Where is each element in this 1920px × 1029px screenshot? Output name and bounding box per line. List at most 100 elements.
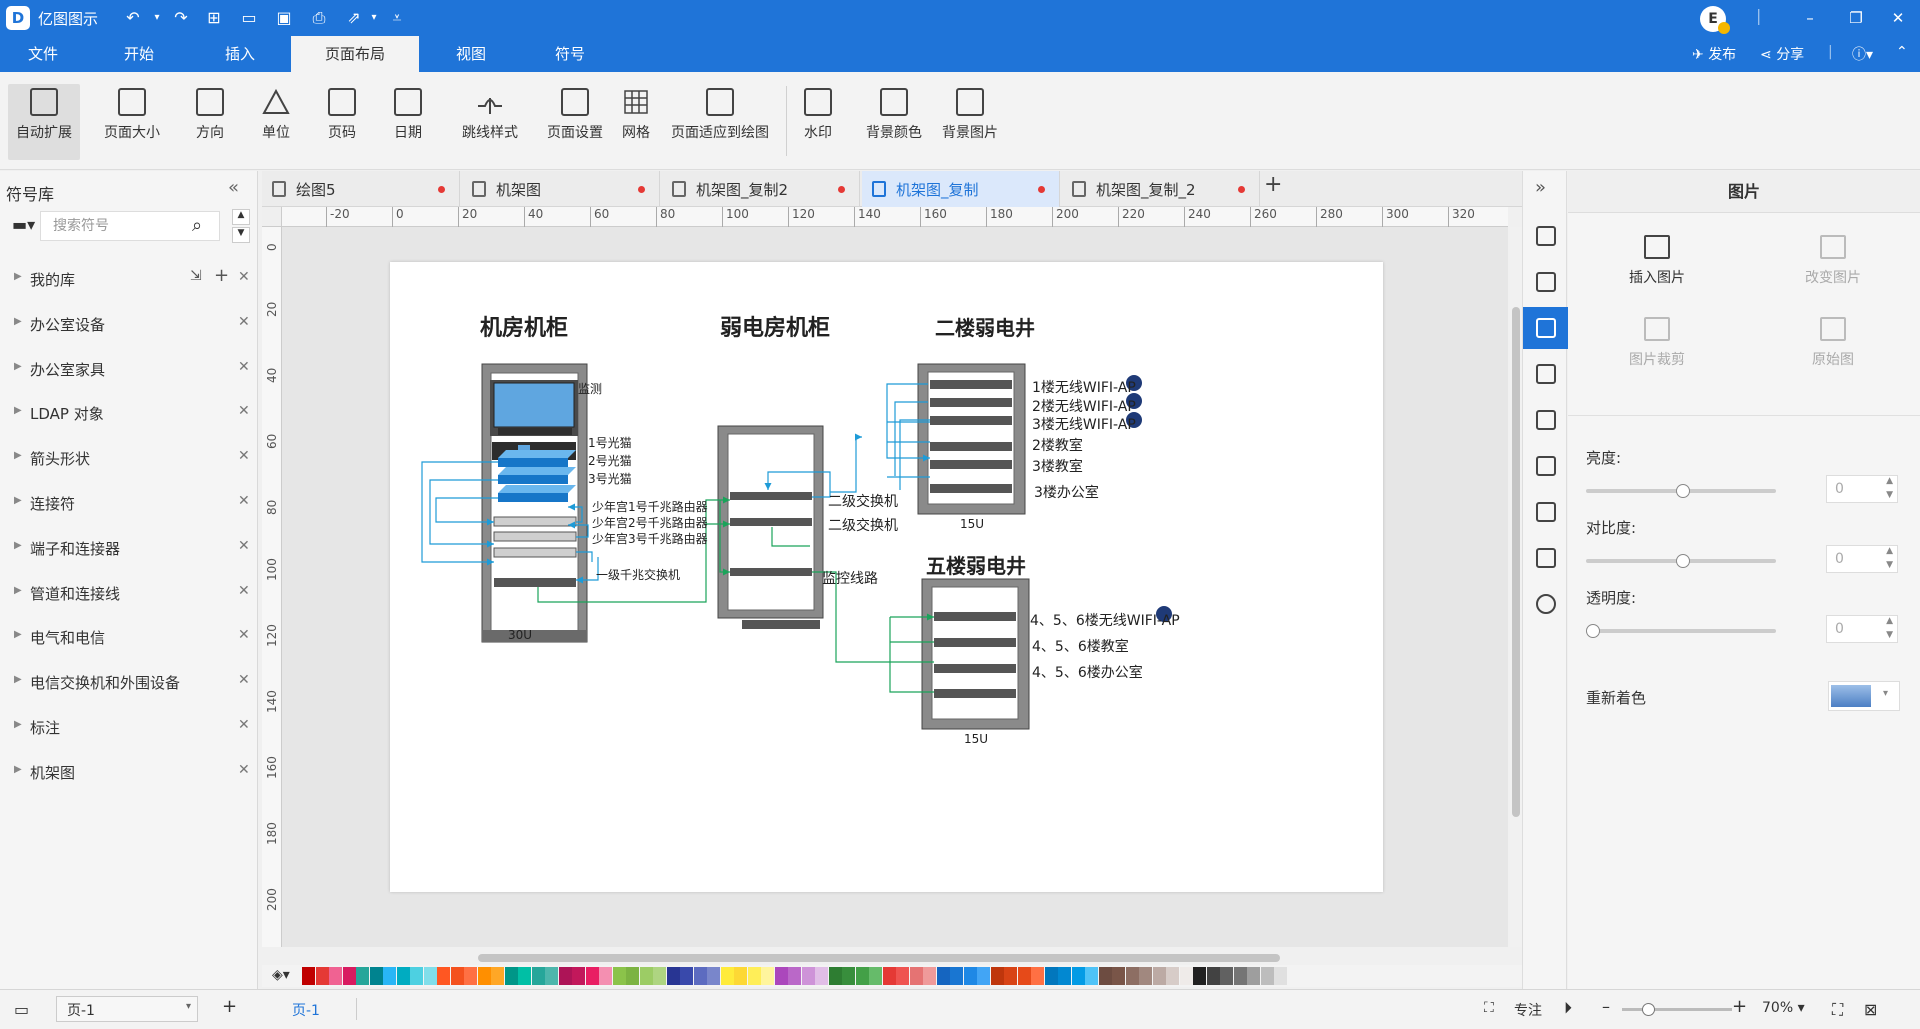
expand-arrow-icon[interactable]: ▶ xyxy=(14,764,22,775)
library-category[interactable]: ▶ LDAP 对象 ✕ xyxy=(0,391,258,435)
library-category[interactable]: ▶ 标注 ✕ xyxy=(0,705,258,749)
page-layout-icon[interactable]: ▭ xyxy=(14,1000,29,1019)
contrast-input[interactable]: 0 ▲ ▼ xyxy=(1826,545,1898,573)
color-swatch[interactable] xyxy=(639,967,653,985)
label-cat2[interactable]: 2号光猫 xyxy=(588,452,632,469)
color-swatch[interactable] xyxy=(1179,967,1193,985)
tab-insert[interactable]: 插入 xyxy=(215,36,265,72)
zoom-slider[interactable] xyxy=(1622,1003,1732,1016)
label-floor2-item6[interactable]: 3楼办公室 xyxy=(1034,482,1099,502)
color-swatch[interactable] xyxy=(1139,967,1152,985)
color-swatch[interactable] xyxy=(599,967,612,985)
layers-icon[interactable] xyxy=(1523,353,1568,395)
color-swatch[interactable] xyxy=(383,967,396,985)
export-icon[interactable]: ⇗ xyxy=(343,7,365,29)
label-sw2[interactable]: 二级交换机 xyxy=(828,515,898,535)
color-swatch[interactable] xyxy=(464,967,477,985)
doc-tab[interactable]: 机架图_复制 xyxy=(862,171,1060,207)
color-swatch[interactable] xyxy=(477,967,491,985)
color-swatch[interactable] xyxy=(1017,967,1031,985)
library-category[interactable]: ▶ 管道和连接线 ✕ xyxy=(0,571,258,615)
color-swatch[interactable] xyxy=(626,967,639,985)
color-swatch[interactable] xyxy=(990,967,1004,985)
label-monitor[interactable]: 监测 xyxy=(578,380,602,397)
color-swatch[interactable] xyxy=(356,967,369,985)
user-avatar[interactable]: E xyxy=(1700,6,1730,34)
horizontal-scroll-thumb[interactable] xyxy=(478,954,1280,962)
color-swatch[interactable] xyxy=(1274,967,1287,985)
brightness-input[interactable]: 0 ▲ ▼ xyxy=(1826,475,1898,503)
library-manage-icon[interactable]: ▬▾ xyxy=(12,215,35,234)
restore-icon[interactable]: ❐ xyxy=(1836,4,1876,32)
fit-width-icon[interactable]: ⊠ xyxy=(1864,1000,1877,1019)
title-weak-room[interactable]: 弱电房机柜 xyxy=(720,310,830,342)
library-category[interactable]: ▶ 箭头形状 ✕ xyxy=(0,436,258,480)
color-swatch[interactable] xyxy=(693,967,707,985)
color-swatch[interactable] xyxy=(342,967,356,985)
color-swatch[interactable] xyxy=(869,967,882,985)
doc-tab[interactable]: 绘图5 xyxy=(262,171,460,207)
collapse-ribbon-icon[interactable]: ⌃ xyxy=(1896,44,1908,60)
zoom-out-icon[interactable]: – xyxy=(1602,997,1610,1016)
color-swatch[interactable] xyxy=(558,967,572,985)
close-icon[interactable]: ✕ xyxy=(238,493,250,509)
label-rack3-size[interactable]: 15U xyxy=(960,517,984,531)
auto-extend-button[interactable]: 自动扩展 xyxy=(8,84,80,160)
expand-arrow-icon[interactable]: ▶ xyxy=(14,271,22,282)
color-swatch[interactable] xyxy=(1058,967,1071,985)
share-button[interactable]: ⋖ 分享 xyxy=(1760,44,1804,64)
label-core-switch[interactable]: 一级千兆交换机 xyxy=(596,566,680,583)
color-swatch[interactable] xyxy=(896,967,909,985)
color-swatch[interactable] xyxy=(720,967,734,985)
color-swatch[interactable] xyxy=(1166,967,1179,985)
color-swatch[interactable] xyxy=(423,967,437,985)
color-swatch[interactable] xyxy=(1233,967,1247,985)
color-swatch[interactable] xyxy=(1220,967,1233,985)
label-floor5-item2[interactable]: 4、5、6楼教室 xyxy=(1032,636,1129,656)
recolor-dropdown[interactable]: ▾ xyxy=(1828,681,1900,711)
rack-diagram[interactable] xyxy=(390,262,1383,892)
fit-to-drawing-button[interactable]: 页面适应到绘图 xyxy=(664,84,776,160)
rack-floor2[interactable] xyxy=(917,363,1026,515)
label-cat1[interactable]: 1号光猫 xyxy=(588,434,632,451)
expand-panel-icon[interactable]: » xyxy=(1535,177,1546,198)
color-swatch[interactable] xyxy=(450,967,464,985)
insert-image-button[interactable]: 插入图片 xyxy=(1572,229,1742,299)
label-rack1-size[interactable]: 30U xyxy=(508,628,532,642)
close-icon[interactable]: ✕ xyxy=(238,403,250,419)
label-floor2-item4[interactable]: 2楼教室 xyxy=(1032,435,1083,455)
redo-icon[interactable]: ↷ xyxy=(170,7,192,29)
color-swatch[interactable] xyxy=(545,967,558,985)
color-swatch[interactable] xyxy=(369,967,383,985)
original-image-button[interactable]: 原始图 xyxy=(1748,311,1918,381)
color-swatch[interactable] xyxy=(1260,967,1274,985)
zoom-in-icon[interactable]: + xyxy=(1732,996,1747,1017)
rack-weak-room[interactable] xyxy=(717,425,824,629)
label-monitoring-line[interactable]: 监控线路 xyxy=(822,568,878,588)
label-floor2-item5[interactable]: 3楼教室 xyxy=(1032,456,1083,476)
color-swatch[interactable] xyxy=(936,967,950,985)
library-category[interactable]: ▶ 电气和电信 ✕ xyxy=(0,615,258,659)
add-library-icon[interactable]: + xyxy=(214,265,229,286)
help-icon[interactable]: ⓘ▾ xyxy=(1852,44,1873,64)
color-swatch[interactable] xyxy=(531,967,545,985)
color-swatch[interactable] xyxy=(1071,967,1085,985)
library-category[interactable]: ▶ 电信交换机和外围设备 ✕ xyxy=(0,660,258,704)
expand-arrow-icon[interactable]: ▶ xyxy=(14,719,22,730)
close-icon[interactable]: ✕ xyxy=(238,448,250,464)
color-swatch[interactable] xyxy=(801,967,815,985)
transparency-input[interactable]: 0 ▲ ▼ xyxy=(1826,615,1898,643)
customize-toolbar-icon[interactable]: ⩡ xyxy=(386,7,408,29)
close-icon[interactable]: ✕ xyxy=(238,538,250,554)
page-select[interactable]: 页-1 ▾ xyxy=(56,996,198,1022)
color-swatch[interactable] xyxy=(950,967,963,985)
add-tab-icon[interactable]: + xyxy=(1264,172,1282,197)
close-icon[interactable]: ✕ xyxy=(238,627,250,643)
color-swatch[interactable] xyxy=(815,967,828,985)
unsaved-dot-icon[interactable] xyxy=(838,186,845,193)
drawing-canvas[interactable]: 机房机柜 弱电房机柜 二楼弱电井 五楼弱电井 监测 1号光猫 2号光猫 3号光猫… xyxy=(282,227,1508,947)
page-tab[interactable]: 页-1 xyxy=(292,1000,320,1020)
color-swatch[interactable] xyxy=(315,967,329,985)
title-machine-room[interactable]: 机房机柜 xyxy=(480,310,568,342)
tab-file[interactable]: 文件 xyxy=(18,36,68,72)
